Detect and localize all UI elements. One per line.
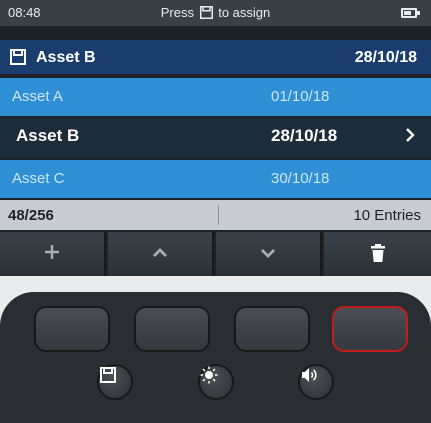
entries-count: 10 Entries (353, 207, 421, 224)
save-icon (199, 6, 213, 22)
volume-button[interactable] (298, 364, 334, 400)
list-item-name: Asset C (12, 170, 65, 187)
list-item-date: 30/10/18 (271, 170, 330, 187)
softkey-bar (0, 232, 431, 276)
function-key-3[interactable] (234, 306, 310, 352)
list-item[interactable]: Asset C 30/10/18 (0, 160, 431, 198)
chevron-up-icon (108, 243, 212, 266)
status-hint-suffix: to assign (218, 5, 271, 20)
header-asset-date: 28/10/18 (354, 49, 417, 66)
chevron-down-icon (216, 243, 320, 266)
plus-icon (0, 243, 104, 266)
list-item-name: Asset A (12, 88, 63, 105)
chevron-right-icon (405, 126, 415, 149)
list-item-name: Asset B (16, 126, 80, 145)
selected-asset-header: Asset B 28/10/18 (0, 40, 431, 74)
battery-icon (401, 8, 420, 18)
status-hint-prefix: Press (160, 5, 194, 20)
function-key-4[interactable] (332, 306, 408, 352)
save-button[interactable] (97, 364, 133, 400)
trash-icon (324, 243, 431, 268)
list-item-selected[interactable]: Asset B 28/10/18 (0, 118, 431, 158)
list-item-date: 01/10/18 (271, 88, 330, 105)
function-key-2[interactable] (134, 306, 210, 352)
brightness-button[interactable] (198, 364, 234, 400)
info-bar: 48/256 10 Entries (0, 200, 431, 230)
device-screen: 08:48 Press to assign Asset B 28/10/18 A… (0, 0, 431, 276)
divider (218, 205, 219, 225)
status-hint: Press to assign (0, 5, 431, 22)
add-softkey[interactable] (0, 232, 106, 276)
up-softkey[interactable] (108, 232, 214, 276)
function-key-1[interactable] (34, 306, 110, 352)
down-softkey[interactable] (216, 232, 322, 276)
delete-softkey[interactable] (324, 232, 431, 276)
list-item[interactable]: Asset A 01/10/18 (0, 78, 431, 116)
header-asset-name: Asset B (36, 49, 96, 66)
list-item-date: 28/10/18 (271, 126, 338, 145)
status-bar: 08:48 Press to assign (0, 0, 431, 26)
save-icon (10, 49, 26, 70)
entry-counter: 48/256 (8, 207, 54, 224)
